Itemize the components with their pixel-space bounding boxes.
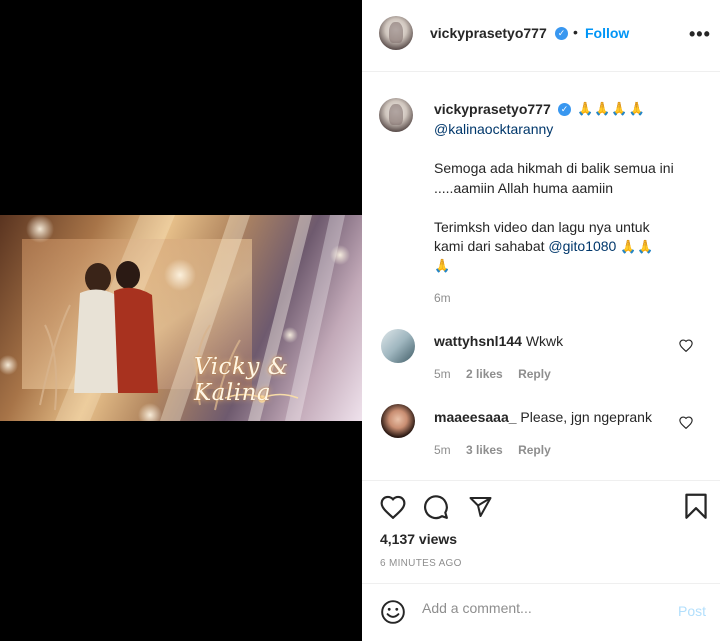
header-separator: • bbox=[573, 24, 578, 40]
caption-timestamp[interactable]: 6m bbox=[434, 291, 451, 305]
more-options-icon[interactable]: ••• bbox=[689, 24, 711, 45]
caption-line: Terimksh video dan lagu nya untuk bbox=[434, 219, 650, 235]
author-username[interactable]: vickyprasetyo777 bbox=[430, 25, 547, 41]
comment-username[interactable]: wattyhsnl144 bbox=[434, 333, 522, 349]
emoji-icon[interactable] bbox=[380, 599, 406, 625]
comment-likes[interactable]: 2 likes bbox=[466, 367, 503, 381]
comment-line: maaeesaaa_ Please, jgn ngeprank bbox=[434, 407, 652, 427]
post-time[interactable]: 6 MINUTES AGO bbox=[380, 558, 462, 569]
comment-like-heart-icon[interactable] bbox=[679, 339, 693, 352]
verified-badge-icon: ✓ bbox=[558, 103, 571, 116]
caption-emoji: 🙏🙏 bbox=[620, 239, 655, 254]
comment-username[interactable]: maaeesaaa_ bbox=[434, 409, 517, 425]
comment-reply-button[interactable]: Reply bbox=[518, 367, 551, 381]
comment-icon[interactable] bbox=[423, 494, 449, 520]
post-side-panel: vickyprasetyo777 ✓ • Follow ••• vickypra… bbox=[362, 0, 720, 641]
caption-emoji: 🙏🙏🙏🙏 bbox=[577, 101, 646, 116]
add-comment-bar: Post bbox=[362, 583, 720, 641]
follow-button[interactable]: Follow bbox=[585, 25, 629, 41]
comment-reply-button[interactable]: Reply bbox=[518, 443, 551, 457]
commenter-avatar[interactable] bbox=[381, 404, 415, 438]
post-comment-button[interactable]: Post bbox=[678, 603, 706, 619]
views-count[interactable]: 4,137 views bbox=[380, 531, 457, 547]
comment-like-heart-icon[interactable] bbox=[679, 416, 693, 429]
commenter-avatar[interactable] bbox=[381, 329, 415, 363]
comment-time[interactable]: 5m bbox=[434, 443, 451, 457]
verified-badge-icon: ✓ bbox=[555, 27, 568, 40]
author-avatar[interactable] bbox=[379, 16, 413, 50]
caption-line: .....aamiin Allah huma aamiin bbox=[434, 180, 613, 196]
comment-text: Please, jgn ngeprank bbox=[520, 409, 652, 425]
caption-line: Semoga ada hikmah di balik semua ini bbox=[434, 160, 674, 176]
heart-icon[interactable] bbox=[380, 495, 406, 519]
comment-meta: 5m 2 likes Reply bbox=[434, 367, 551, 381]
instagram-post-modal: Vicky & Kalina vickyprasetyo777 ✓ • Foll… bbox=[0, 0, 720, 641]
comment-input[interactable] bbox=[422, 600, 672, 616]
video-title-overlay: Vicky & Kalina bbox=[194, 354, 289, 406]
caption-line: kami dari sahabat @gito1080 🙏🙏 bbox=[434, 236, 655, 257]
caption-avatar[interactable] bbox=[379, 98, 413, 132]
actions-divider bbox=[362, 480, 720, 481]
caption-mention-link[interactable]: @kalinaocktaranny bbox=[434, 119, 553, 139]
caption-username[interactable]: vickyprasetyo777 bbox=[434, 101, 551, 117]
caption-mention-link[interactable]: @gito1080 bbox=[548, 238, 616, 254]
comment-time[interactable]: 5m bbox=[434, 367, 451, 381]
media-panel: Vicky & Kalina bbox=[0, 0, 362, 641]
comment-meta: 5m 3 likes Reply bbox=[434, 443, 551, 457]
bookmark-icon[interactable] bbox=[684, 493, 708, 520]
comment-likes[interactable]: 3 likes bbox=[466, 443, 503, 457]
comment-line: wattyhsnl144 Wkwk bbox=[434, 331, 563, 351]
caption-emoji: 🙏 bbox=[434, 258, 452, 273]
caption-text-segment: kami dari sahabat bbox=[434, 238, 549, 254]
post-header: vickyprasetyo777 ✓ • Follow ••• bbox=[362, 0, 720, 72]
comment-text: Wkwk bbox=[525, 333, 564, 349]
share-icon[interactable] bbox=[468, 495, 493, 519]
